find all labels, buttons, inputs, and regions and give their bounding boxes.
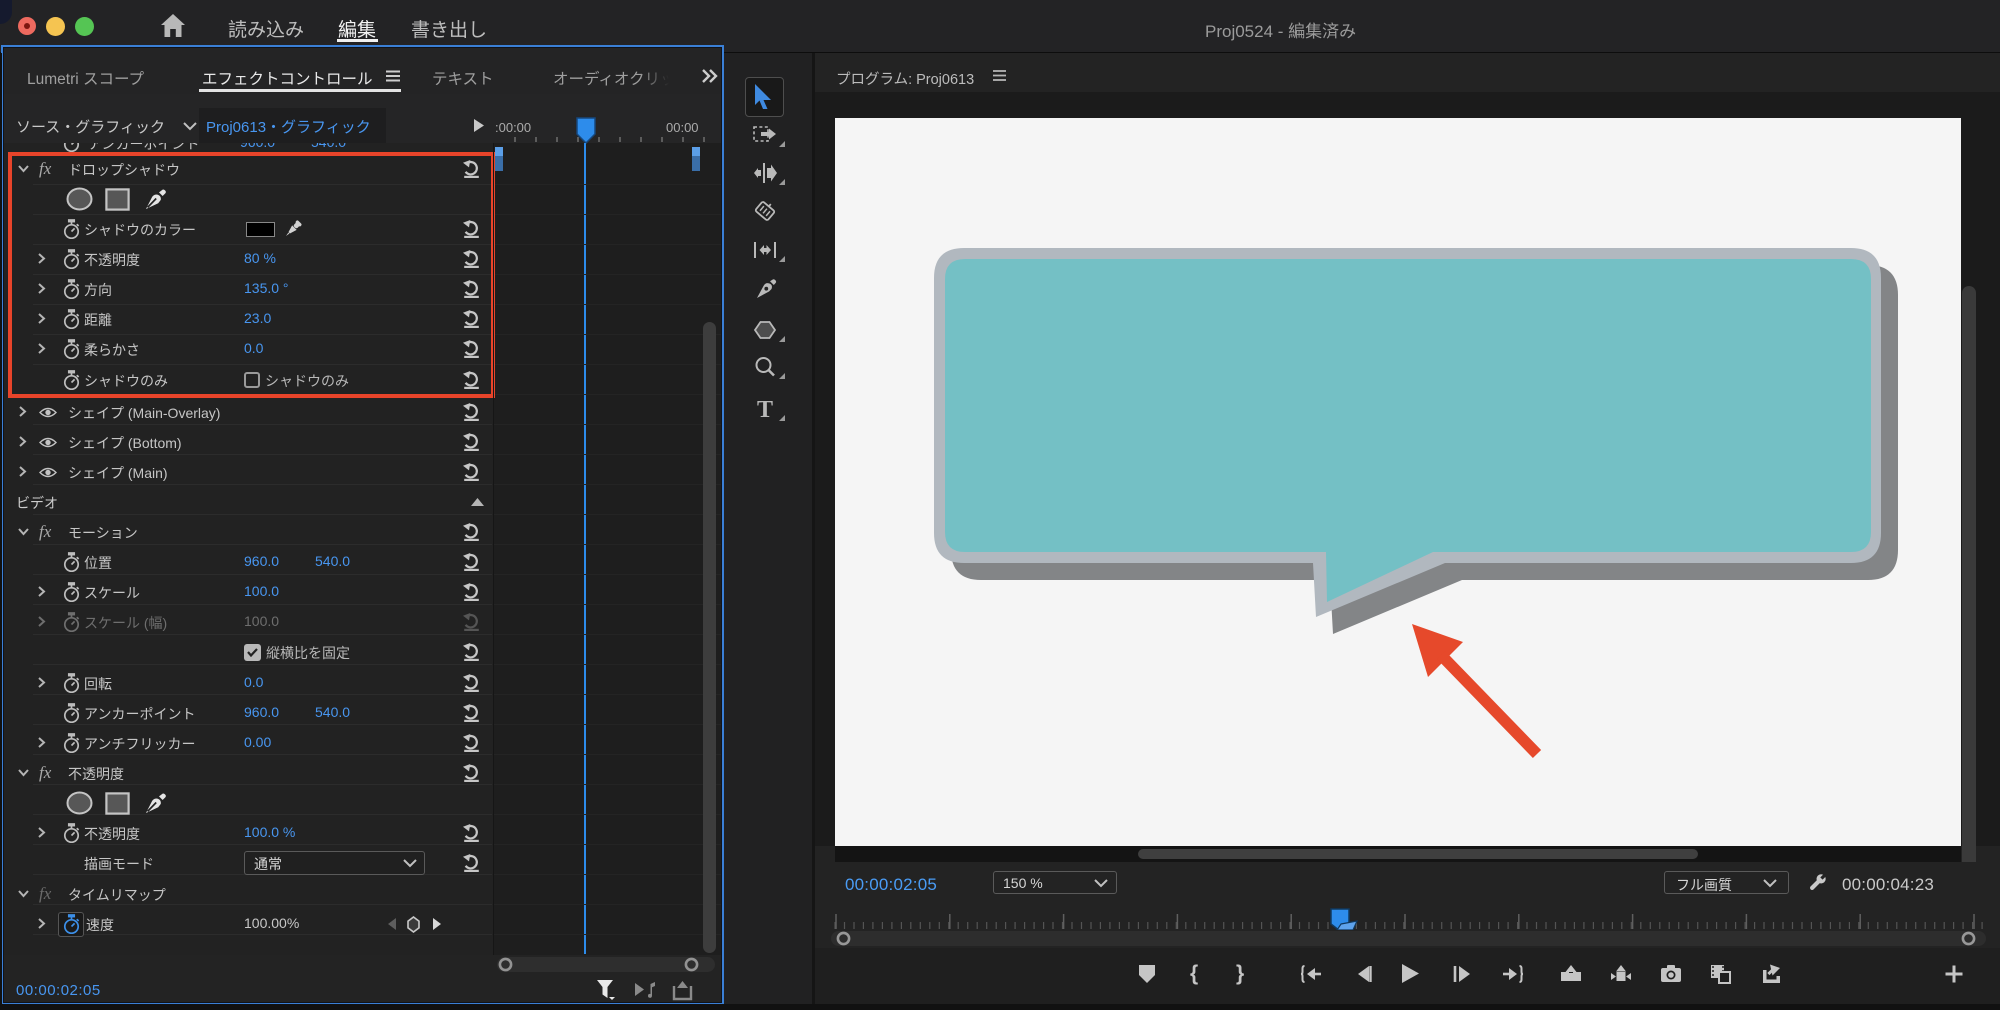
svg-text:T: T: [757, 397, 773, 421]
